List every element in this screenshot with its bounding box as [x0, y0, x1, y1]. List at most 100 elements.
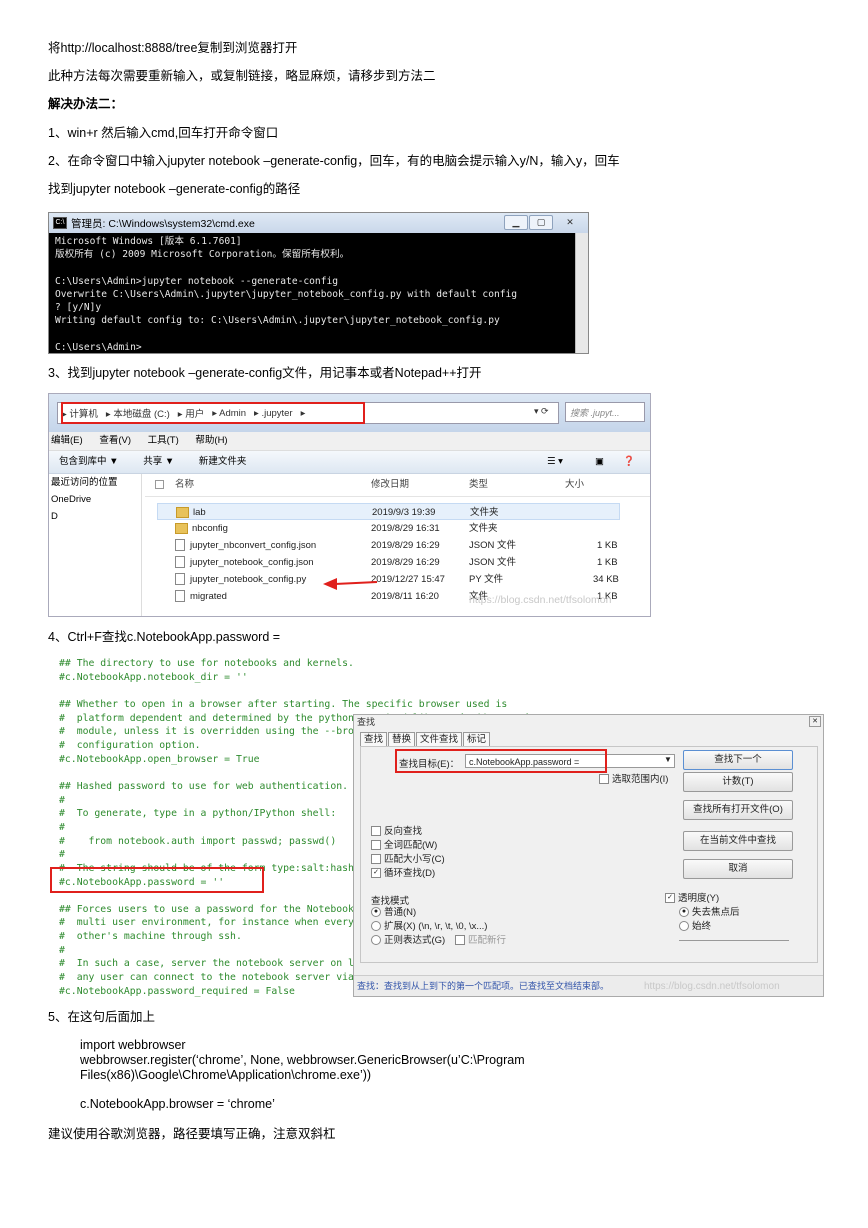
count-button: 计数(T)	[683, 772, 793, 792]
in-selection-checkbox: 选取范围内(I)	[599, 774, 668, 786]
code-browser: c.NotebookApp.browser = ‘chrome’	[80, 1097, 275, 1111]
mode-regex-radio: 正则表达式(G)	[371, 935, 445, 947]
nav-pane: 最近访问的位置 OneDrive D	[49, 474, 142, 616]
mode-extended-radio: 扩展(X) (\n, \r, \t, \0, \x...)	[371, 921, 487, 933]
watermark: https://blog.csdn.net/tfsolomon	[644, 981, 780, 992]
find-dialog-title: 查找	[357, 717, 376, 727]
folder-icon	[176, 506, 189, 518]
col-name: 名称	[175, 479, 195, 490]
file-date: 2019/9/3 19:39	[372, 507, 436, 518]
file-icon	[175, 539, 185, 552]
step-4: 4、Ctrl+F查找c.NotebookApp.password =	[48, 630, 281, 644]
step-5: 5、在这句后面加上	[48, 1010, 155, 1024]
file-size: 34 KB	[593, 574, 619, 585]
cmd-icon: C:\	[53, 217, 67, 229]
find-next-button: 查找下一个	[683, 750, 793, 770]
watermark: https://blog.csdn.net/tfsolomon	[469, 594, 612, 606]
include-library-button: 包含到库中 ▼	[59, 456, 119, 467]
file-type: JSON 文件	[469, 557, 516, 568]
wrap-checkbox: ✓ 循环查找(D)	[371, 868, 435, 880]
file-row: lab 2019/9/3 19:39 文件夹	[157, 503, 620, 520]
new-folder-button: 新建文件夹	[198, 456, 247, 467]
config-search-screenshot: ## The directory to use for notebooks an…	[48, 655, 824, 998]
transparency-checkbox: ✓ 透明度(Y)	[665, 893, 719, 905]
menu-tools: 工具(T)	[147, 435, 179, 446]
code-import: import webbrowser	[80, 1038, 186, 1052]
code-register-2: Files(x86)\Google\Chrome\Application\chr…	[80, 1068, 372, 1082]
address-bar-area: ▸ 计算机 ▸ 本地磁盘 (C:) ▸ 用户 ▸ Admin ▸ .jupyte…	[49, 394, 650, 432]
file-name: lab	[193, 507, 206, 518]
menu-help: 帮助(H)	[195, 435, 228, 446]
highlight-box	[395, 749, 607, 773]
tab-find: 查找	[360, 732, 388, 746]
find-panel: 查找目标(E)： c.NotebookApp.password = ▼ 选取范围…	[360, 746, 818, 963]
search-input: 搜索 .jupyt...	[565, 402, 645, 422]
cmd-window-screenshot: C:\ 管理员: C:\Windows\system32\cmd.exe ▁ ▢…	[48, 212, 589, 354]
whole-word-checkbox: 全词匹配(W)	[371, 840, 437, 852]
file-row: jupyter_nbconvert_config.json 2019/8/29 …	[145, 537, 650, 554]
explorer-screenshot: ▸ 计算机 ▸ 本地磁盘 (C:) ▸ 用户 ▸ Admin ▸ .jupyte…	[48, 393, 651, 617]
cmd-title: 管理员: C:\Windows\system32\cmd.exe	[71, 217, 255, 230]
file-row: jupyter_notebook_config.py 2019/12/27 15…	[145, 571, 650, 588]
tab-mark: 标记	[463, 732, 491, 746]
menu-bar: 编辑(E) 查看(V) 工具(T) 帮助(H)	[49, 432, 650, 451]
help-icon: ❓	[623, 456, 635, 467]
file-type: 文件夹	[470, 507, 499, 518]
match-case-checkbox: 匹配大小写(C)	[371, 854, 445, 866]
highlight-box	[61, 402, 365, 424]
maximize-icon: ▢	[529, 215, 553, 230]
col-type: 类型	[469, 479, 489, 490]
transparency-slider	[679, 940, 789, 941]
cmd-titlebar: C:\ 管理员: C:\Windows\system32\cmd.exe ▁ ▢…	[49, 213, 588, 233]
file-list-header: 名称 修改日期 类型 大小	[145, 474, 650, 497]
menu-view: 查看(V)	[99, 435, 131, 446]
select-all-checkbox	[155, 480, 164, 489]
close-icon: ✕	[809, 716, 821, 727]
minimize-icon: ▁	[504, 215, 528, 230]
file-type: 文件夹	[469, 523, 498, 534]
transp-always-radio: 始终	[679, 921, 711, 933]
search-mode-label: 查找模式	[371, 896, 410, 907]
section-heading: 解决办法二：	[48, 97, 124, 111]
file-date: 2019/8/29 16:29	[371, 540, 440, 551]
toolbar: 包含到库中 ▼ 共享 ▼ 新建文件夹 ☰ ▾ ▣ ❓	[49, 451, 650, 474]
red-arrow-icon	[323, 578, 378, 590]
share-button: 共享 ▼	[143, 456, 175, 467]
col-size: 大小	[565, 479, 585, 490]
file-name: jupyter_nbconvert_config.json	[190, 540, 317, 551]
file-date: 2019/8/29 16:29	[371, 557, 440, 568]
file-date: 2019/8/11 16:20	[371, 591, 439, 602]
file-name: jupyter_notebook_config.json	[190, 557, 314, 568]
preview-pane-icon: ▣	[595, 456, 604, 467]
find-current-button: 在当前文件中查找	[683, 831, 793, 851]
tab-replace: 替换	[388, 732, 416, 746]
file-date: 2019/12/27 15:47	[371, 574, 445, 585]
text-line-url: 将http://localhost:8888/tree复制到浏览器打开	[48, 41, 298, 55]
file-type: PY 文件	[469, 574, 504, 585]
file-icon	[175, 573, 185, 586]
text-line-note: 此种方法每次需要重新输入，或复制链接，略显麻烦，请移步到方法二	[48, 69, 436, 83]
nav-item-d: D	[51, 511, 58, 522]
nav-item-recent: 最近访问的位置	[51, 477, 118, 488]
reverse-checkbox: 反向查找	[371, 826, 422, 838]
find-dialog: 查找 ✕ 查找 替换 文件查找 标记 查找目标(E)： c.NotebookAp…	[353, 714, 824, 997]
step-2-note: 找到jupyter notebook –generate-config的路径	[48, 182, 301, 196]
file-icon	[175, 590, 185, 603]
cancel-button: 取消	[683, 859, 793, 879]
file-size: 1 KB	[597, 557, 618, 568]
file-name: nbconfig	[192, 523, 228, 534]
file-icon	[175, 556, 185, 569]
match-newline-checkbox: 匹配新行	[455, 935, 506, 947]
tab-find-in-files: 文件查找	[416, 732, 463, 746]
cmd-scrollbar	[575, 233, 588, 353]
highlight-box	[50, 867, 264, 893]
file-name: migrated	[190, 591, 227, 602]
transp-focus-radio: ● 失去焦点后	[679, 907, 740, 919]
nav-item-onedrive: OneDrive	[51, 494, 92, 505]
col-date: 修改日期	[371, 479, 410, 490]
chevron-down-icon: ▼	[664, 755, 672, 764]
file-size: 1 KB	[597, 540, 618, 551]
close-icon: ✕	[566, 217, 574, 227]
file-name: jupyter_notebook_config.py	[190, 574, 307, 585]
cmd-output: Microsoft Windows [版本 6.1.7601] 版权所有 (c)…	[55, 236, 518, 353]
